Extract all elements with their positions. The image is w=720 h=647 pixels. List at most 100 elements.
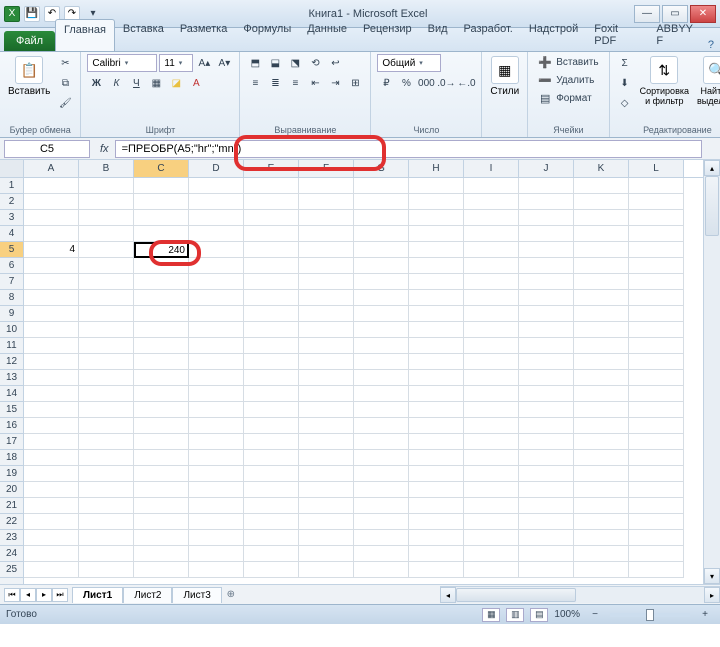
cell-D13[interactable] (189, 370, 244, 386)
cell-K23[interactable] (574, 530, 629, 546)
cell-C10[interactable] (134, 322, 189, 338)
cell-F18[interactable] (299, 450, 354, 466)
cell-E1[interactable] (244, 178, 299, 194)
cell-K6[interactable] (574, 258, 629, 274)
scroll-up-button[interactable]: ▴ (704, 160, 720, 176)
cell-J12[interactable] (519, 354, 574, 370)
cell-H1[interactable] (409, 178, 464, 194)
cell-J11[interactable] (519, 338, 574, 354)
cell-C21[interactable] (134, 498, 189, 514)
cell-A19[interactable] (24, 466, 79, 482)
cell-J5[interactable] (519, 242, 574, 258)
cell-F7[interactable] (299, 274, 354, 290)
row-header-13[interactable]: 13 (0, 370, 23, 386)
cell-J19[interactable] (519, 466, 574, 482)
cell-H16[interactable] (409, 418, 464, 434)
cell-A17[interactable] (24, 434, 79, 450)
autosum-button[interactable]: Σ (616, 54, 634, 72)
row-header-9[interactable]: 9 (0, 306, 23, 322)
cell-F17[interactable] (299, 434, 354, 450)
cell-E2[interactable] (244, 194, 299, 210)
cell-E13[interactable] (244, 370, 299, 386)
vscroll-track[interactable] (704, 176, 720, 568)
cell-J16[interactable] (519, 418, 574, 434)
row-header-5[interactable]: 5 (0, 242, 23, 258)
cell-I11[interactable] (464, 338, 519, 354)
row-header-22[interactable]: 22 (0, 514, 23, 530)
sheet-first-button[interactable]: ⏮ (4, 588, 20, 602)
cell-K18[interactable] (574, 450, 629, 466)
cell-H7[interactable] (409, 274, 464, 290)
cell-B19[interactable] (79, 466, 134, 482)
cell-D16[interactable] (189, 418, 244, 434)
cell-C12[interactable] (134, 354, 189, 370)
cell-L9[interactable] (629, 306, 684, 322)
cell-L17[interactable] (629, 434, 684, 450)
cell-L4[interactable] (629, 226, 684, 242)
percent-button[interactable]: % (397, 74, 415, 92)
cell-H2[interactable] (409, 194, 464, 210)
zoom-thumb[interactable] (646, 609, 654, 621)
cell-A13[interactable] (24, 370, 79, 386)
cell-B11[interactable] (79, 338, 134, 354)
cell-A11[interactable] (24, 338, 79, 354)
cell-B12[interactable] (79, 354, 134, 370)
cell-G21[interactable] (354, 498, 409, 514)
cell-I17[interactable] (464, 434, 519, 450)
cell-L14[interactable] (629, 386, 684, 402)
fill-color-button[interactable]: ◪ (167, 74, 185, 92)
cell-B5[interactable] (79, 242, 134, 258)
cell-G15[interactable] (354, 402, 409, 418)
scroll-right-button[interactable]: ▸ (704, 587, 720, 603)
cell-I18[interactable] (464, 450, 519, 466)
cell-L12[interactable] (629, 354, 684, 370)
row-header-11[interactable]: 11 (0, 338, 23, 354)
cell-K10[interactable] (574, 322, 629, 338)
format-cells-button[interactable]: ▤Формат (534, 90, 602, 106)
vscroll-thumb[interactable] (705, 176, 719, 236)
cell-K15[interactable] (574, 402, 629, 418)
ribbon-tab-5[interactable]: Рецензир (355, 19, 420, 51)
cell-A8[interactable] (24, 290, 79, 306)
sheet-next-button[interactable]: ▸ (36, 588, 52, 602)
cell-L24[interactable] (629, 546, 684, 562)
cell-B22[interactable] (79, 514, 134, 530)
column-header-I[interactable]: I (464, 160, 519, 177)
cell-H19[interactable] (409, 466, 464, 482)
cell-E25[interactable] (244, 562, 299, 578)
cell-A16[interactable] (24, 418, 79, 434)
cell-H3[interactable] (409, 210, 464, 226)
cell-L16[interactable] (629, 418, 684, 434)
cell-F9[interactable] (299, 306, 354, 322)
cell-A6[interactable] (24, 258, 79, 274)
cell-K12[interactable] (574, 354, 629, 370)
cell-H14[interactable] (409, 386, 464, 402)
cell-C14[interactable] (134, 386, 189, 402)
cell-C7[interactable] (134, 274, 189, 290)
cell-C5[interactable]: 240 (134, 242, 189, 258)
cell-A15[interactable] (24, 402, 79, 418)
cell-I21[interactable] (464, 498, 519, 514)
increase-decimal-button[interactable]: .0→ (437, 74, 455, 92)
name-box[interactable]: C5 (4, 140, 90, 158)
ribbon-tab-10[interactable]: ABBYY F (648, 19, 708, 51)
cell-J17[interactable] (519, 434, 574, 450)
ribbon-tab-9[interactable]: Foxit PDF (586, 19, 648, 51)
sheet-last-button[interactable]: ⏭ (52, 588, 68, 602)
cell-C17[interactable] (134, 434, 189, 450)
add-sheet-button[interactable]: ⊕ (222, 589, 240, 600)
ribbon-tab-2[interactable]: Разметка (172, 19, 236, 51)
cell-B7[interactable] (79, 274, 134, 290)
cell-C4[interactable] (134, 226, 189, 242)
page-layout-button[interactable]: ▥ (506, 608, 524, 622)
cell-G5[interactable] (354, 242, 409, 258)
cell-K2[interactable] (574, 194, 629, 210)
styles-button[interactable]: ▦ Стили (488, 54, 521, 99)
cell-C23[interactable] (134, 530, 189, 546)
cell-K4[interactable] (574, 226, 629, 242)
ribbon-tab-1[interactable]: Вставка (115, 19, 172, 51)
cell-F22[interactable] (299, 514, 354, 530)
cell-I23[interactable] (464, 530, 519, 546)
number-format-combo[interactable]: Общий▾ (377, 54, 441, 72)
zoom-out-button[interactable]: − (586, 606, 604, 624)
